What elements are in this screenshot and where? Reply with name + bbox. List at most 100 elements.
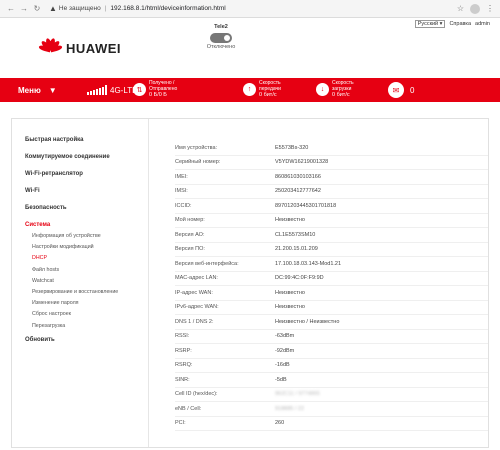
upload-arrow-icon: ↑ <box>243 83 256 96</box>
table-row: Мой номер: Неизвестно <box>175 214 488 228</box>
star-icon[interactable]: ☆ <box>457 4 464 13</box>
sidebar-item-wifi[interactable]: Wi-Fi <box>25 188 148 194</box>
row-value: -92dBm <box>275 347 295 354</box>
sidebar-item-system[interactable]: Система <box>25 222 148 228</box>
table-row: ICCID: 89701203445301701818 <box>175 199 488 214</box>
row-label: DNS 1 / DNS 2: <box>175 318 214 325</box>
row-label: Версия АО: <box>175 231 205 238</box>
connection-state: Отключено <box>206 44 236 50</box>
traffic-icon: ⇅ <box>133 83 146 96</box>
sidebar-item-wifi-repeater[interactable]: Wi-Fi-ретранслятор <box>25 171 148 177</box>
row-label: eNB / Cell: <box>175 405 202 412</box>
row-label: RSRP: <box>175 347 192 354</box>
forward-arrow-icon[interactable]: → <box>19 4 29 13</box>
sidebar-subitem-device-info[interactable]: Информация об устройстве <box>32 233 148 239</box>
sidebar-subitem-change-password[interactable]: Изменение пароля <box>32 300 148 306</box>
status-bar: Меню ▼ 4G-LTE ⇅ Получено / Отправлено 0 … <box>0 78 500 102</box>
row-label: IMEI: <box>175 173 188 180</box>
row-value: 21.200.15.01.209 <box>275 246 318 253</box>
table-row: RSRQ: -16dB <box>175 359 488 373</box>
table-row: IMSI: 250203412777642 <box>175 185 488 199</box>
security-label: Не защищено <box>58 5 101 12</box>
sidebar-item-security[interactable]: Безопасность <box>25 205 148 211</box>
row-value: V5YDW16219001328 <box>275 159 329 166</box>
traffic-counter: ⇅ Получено / Отправлено 0 Б/0 Б <box>133 80 191 98</box>
row-value: -5dB <box>275 376 287 383</box>
upload-speed: ↑ Скорость передачи 0 бит/с <box>243 80 293 98</box>
traffic-value: 0 Б/0 Б <box>149 92 167 98</box>
signal-strength-icon <box>87 85 107 95</box>
menu-button[interactable]: Меню ▼ <box>18 86 68 95</box>
download-value: 0 бит/с <box>332 92 350 98</box>
row-label: SINR: <box>175 376 190 383</box>
profile-avatar[interactable] <box>470 3 480 14</box>
row-label: Мой номер: <box>175 217 205 224</box>
table-row: Серийный номер: V5YDW16219001328 <box>175 156 488 170</box>
row-value: E5573Bs-320 <box>275 144 309 151</box>
table-row: MAC-адрес LAN: DC:99:4C:0F:F9:9D <box>175 272 488 286</box>
row-value: Неизвестно <box>275 217 305 224</box>
download-speed: ↓ Скорость загрузки 0 бит/с <box>316 80 366 98</box>
brand-name: HUAWEI <box>66 40 121 56</box>
sidebar-subitem-watchcat[interactable]: Watchcat <box>32 278 148 284</box>
mail-icon: ✉ <box>388 82 404 98</box>
row-label: MAC-адрес LAN: <box>175 275 218 282</box>
sidebar-item-dialup[interactable]: Коммутируемое соединение <box>25 154 148 160</box>
upload-label: Скорость передачи <box>259 80 281 92</box>
table-row: RSSI: -63dBm <box>175 330 488 344</box>
reload-icon[interactable]: ↻ <box>32 4 42 13</box>
operator-block: Tele2 Отключено <box>200 24 242 50</box>
sidebar-subitem-reset[interactable]: Сброс настроек <box>32 311 148 317</box>
language-select[interactable]: Русский ▾ <box>414 20 446 28</box>
connection-toggle[interactable] <box>210 33 232 43</box>
table-row: eNB / Cell: 918885 / 22 <box>175 402 488 417</box>
table-row: Cell ID (hex/dec): 962C11 / 9774865 <box>175 388 488 402</box>
huawei-logo: HUAWEI <box>37 37 121 58</box>
help-link[interactable]: Справка <box>449 21 471 27</box>
table-row: Версия веб-интерфейса: 17.100.18.03.143-M… <box>175 257 488 272</box>
sidebar-subitem-reboot[interactable]: Перезагрузка <box>32 323 148 329</box>
row-value: 918885 / 22 <box>275 405 305 412</box>
row-value: Неизвестно <box>275 289 305 296</box>
menu-label: Меню <box>18 85 41 95</box>
sidebar-item-quick-setup[interactable]: Быстрая настройка <box>25 137 148 143</box>
sidebar-subitem-dhcp[interactable]: DHCP <box>32 255 148 261</box>
row-label: PCI: <box>175 420 186 427</box>
row-label: ICCID: <box>175 202 192 209</box>
security-warning[interactable]: ▲ Не защищено <box>49 4 101 13</box>
sidebar-subitem-mod-settings[interactable]: Настройки модификаций <box>32 244 148 250</box>
language-value: Русский <box>417 21 439 27</box>
row-value: DC:99:4C:0F:F9:9D <box>275 275 324 282</box>
row-value: 89701203445301701818 <box>275 202 337 209</box>
row-label: IP-адрес WAN: <box>175 289 213 296</box>
table-row: IPv6-адрес WAN: Неизвестно <box>175 301 488 315</box>
top-links: Русский ▾ Справка admin <box>414 20 490 28</box>
url-separator: | <box>104 5 107 12</box>
back-arrow-icon[interactable]: ← <box>6 4 16 13</box>
sidebar-subitem-hosts[interactable]: Файл hosts <box>32 267 148 273</box>
row-value: -16dB <box>275 362 290 369</box>
row-label: Версия веб-интерфейса: <box>175 260 239 267</box>
messages-count: 0 <box>410 85 415 95</box>
table-row: RSRP: -92dBm <box>175 344 488 359</box>
page-header: Русский ▾ Справка admin HUAWEI Tele2 Отк… <box>0 18 500 78</box>
address-bar[interactable]: 192.168.8.1/html/deviceinformation.html <box>110 5 225 12</box>
row-value: Неизвестно / Неизвестно <box>275 318 340 325</box>
table-row: Версия ПО: 21.200.15.01.209 <box>175 243 488 257</box>
browser-toolbar: ← → ↻ ▲ Не защищено | 192.168.8.1/html/d… <box>0 0 500 18</box>
messages-button[interactable]: ✉ 0 <box>388 82 414 98</box>
warning-icon: ▲ <box>49 4 57 13</box>
operator-name: Tele2 <box>214 24 228 30</box>
table-row: Имя устройства: E5573Bs-320 <box>175 141 488 156</box>
user-link[interactable]: admin <box>475 21 490 27</box>
upload-value: 0 бит/с <box>259 92 277 98</box>
row-value: 962C11 / 9774865 <box>275 391 320 398</box>
more-menu-icon[interactable]: ⋮ <box>486 4 494 13</box>
table-row: Версия АО: CL1E5573SM10 <box>175 228 488 243</box>
sidebar-subitem-backup[interactable]: Резервирование и восстановление <box>32 289 148 295</box>
row-label: Cell ID (hex/dec): <box>175 391 218 398</box>
row-label: Имя устройства: <box>175 144 218 151</box>
sidebar-item-update[interactable]: Обновить <box>25 337 148 343</box>
row-value: 860861030103166 <box>275 173 321 180</box>
traffic-label: Получено / Отправлено <box>149 80 178 92</box>
